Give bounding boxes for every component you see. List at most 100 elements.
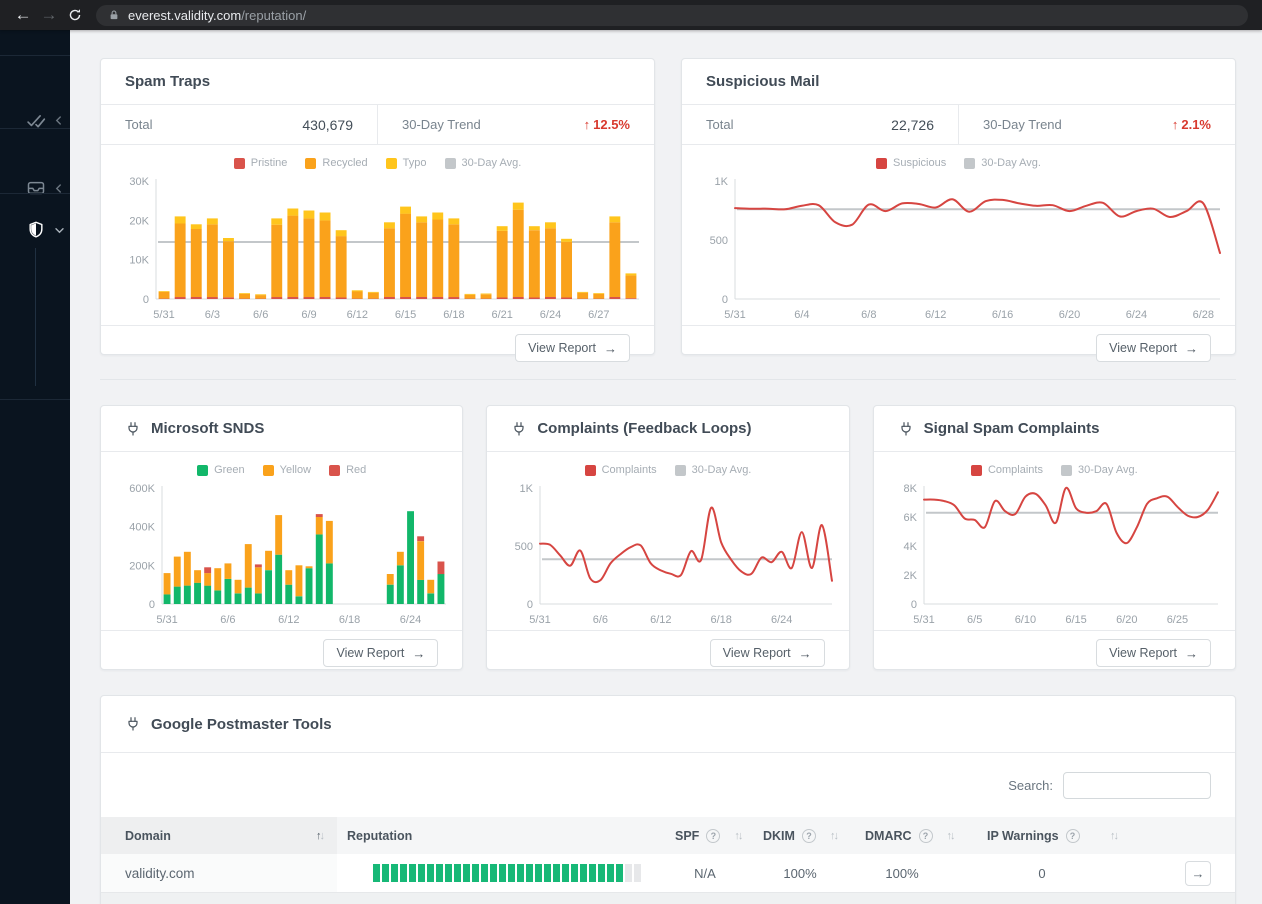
legend-swatch — [970, 464, 982, 476]
legend-item: 30-Day Avg. — [444, 157, 521, 169]
table-next-row — [101, 892, 1235, 904]
view-report-button[interactable]: View Report → — [1096, 334, 1211, 362]
microsoft-snds-card: Microsoft SNDS Green Yellow Red 0 200K 400K 6… — [100, 405, 464, 670]
column-header-dmarc[interactable]: DMARC ? ↑↓ — [851, 817, 955, 854]
svg-text:0: 0 — [722, 294, 728, 306]
sidebar-divider — [0, 193, 70, 194]
sidebar-submenu-line — [35, 248, 36, 386]
view-report-button[interactable]: View Report → — [709, 639, 825, 667]
back-button[interactable]: ← — [10, 2, 36, 28]
svg-text:200K: 200K — [129, 560, 155, 572]
reputation-segment — [616, 864, 623, 882]
reputation-segment — [454, 864, 461, 882]
legend-swatch — [674, 464, 686, 476]
spam-traps-card: Spam Traps Total 430,679 30-Day Trend ↑ 1… — [100, 58, 655, 362]
chevron-down-icon — [55, 227, 64, 233]
reputation-segment — [373, 864, 380, 882]
table-row[interactable]: validity.com N/A 100% 100% 0 → — [101, 854, 1235, 892]
legend-item: Suspicious — [876, 157, 946, 169]
sidebar-divider — [0, 55, 70, 56]
sidebar-divider — [0, 128, 70, 129]
legend-item: Recycled — [305, 157, 368, 169]
arrow-right-icon: → — [798, 645, 812, 661]
card-title: Google Postmaster Tools — [101, 696, 1235, 753]
card-title: Signal Spam Complaints — [873, 406, 1235, 452]
svg-text:8K: 8K — [904, 483, 918, 495]
reload-button[interactable] — [62, 2, 88, 28]
reputation-segment — [580, 864, 587, 882]
trend-value: ↑ 2.1% — [1171, 117, 1211, 132]
reputation-segment — [427, 864, 434, 882]
stat-label: Total — [125, 117, 153, 132]
reload-icon — [69, 9, 81, 21]
sidebar-item-validation[interactable] — [0, 98, 70, 142]
column-header-dkim[interactable]: DKIM ? ↑↓ — [749, 817, 851, 854]
sidebar-divider — [0, 399, 70, 400]
svg-text:4K: 4K — [904, 541, 918, 553]
svg-text:6/18: 6/18 — [339, 614, 360, 626]
legend-item: Complaints — [970, 464, 1043, 476]
total-stat: Total 430,679 — [101, 105, 377, 144]
stats-row: Total 22,726 30-Day Trend ↑ 2.1% — [682, 105, 1235, 145]
svg-text:6/3: 6/3 — [205, 309, 220, 321]
card-title-text: Microsoft SNDS — [151, 420, 265, 437]
reputation-segment — [517, 864, 524, 882]
svg-text:600K: 600K — [129, 483, 155, 495]
sort-icon[interactable]: ↑↓ — [830, 830, 839, 842]
section-divider — [100, 379, 1236, 380]
reputation-bar — [373, 864, 643, 882]
url-bar[interactable]: everest.validity.com/reputation/ — [96, 4, 1248, 26]
svg-text:0: 0 — [143, 294, 149, 306]
column-header-ip-warnings[interactable]: IP Warnings ? ↑↓ — [953, 817, 1131, 854]
lock-icon — [110, 10, 118, 20]
legend-swatch — [197, 464, 209, 476]
legend-item: 30-Day Avg. — [1060, 464, 1138, 476]
view-report-button[interactable]: View Report → — [515, 334, 630, 362]
sort-icon[interactable]: ↑↓ — [734, 830, 743, 842]
row-detail-button[interactable]: → — [1185, 860, 1211, 886]
card-footer: View Report → — [101, 325, 654, 370]
svg-text:30K: 30K — [129, 176, 149, 188]
browser-toolbar: ← → everest.validity.com/reputation/ — [0, 0, 1262, 30]
suspicious-mail-card: Suspicious Mail Total 22,726 30-Day Tren… — [681, 58, 1236, 362]
sort-icon[interactable]: ↑↓ — [316, 830, 325, 842]
svg-text:6/12: 6/12 — [278, 614, 299, 626]
reputation-segment — [562, 864, 569, 882]
legend-item: Typo — [385, 157, 427, 169]
svg-text:6/9: 6/9 — [301, 309, 316, 321]
forward-button[interactable]: → — [36, 2, 62, 28]
sidebar-item-inbox[interactable] — [0, 166, 70, 210]
sidebar-item-reputation-active[interactable] — [0, 208, 70, 252]
trend-value: ↑ 12.5% — [583, 117, 630, 132]
view-report-button[interactable]: View Report → — [323, 639, 439, 667]
google-postmaster-card: Google Postmaster Tools Search: Domain ↑… — [100, 695, 1236, 904]
card-title-text: Complaints (Feedback Loops) — [537, 420, 752, 437]
legend-swatch — [305, 157, 317, 169]
view-report-button[interactable]: View Report → — [1096, 639, 1211, 667]
svg-text:6/6: 6/6 — [220, 614, 235, 626]
url-host: everest.validity.com — [128, 7, 242, 23]
search-input[interactable] — [1063, 771, 1211, 799]
double-check-icon — [27, 115, 46, 128]
svg-text:5/31: 5/31 — [153, 309, 174, 321]
legend-swatch — [1060, 464, 1072, 476]
chart-legend: Pristine Recycled Typo 30-Day Avg. — [233, 153, 521, 173]
reputation-segment — [463, 864, 470, 882]
svg-text:20K: 20K — [129, 215, 149, 227]
stat-label: 30-Day Trend — [983, 117, 1062, 132]
card-title: Complaints (Feedback Loops) — [487, 406, 849, 452]
help-icon[interactable]: ? — [706, 828, 721, 843]
column-header-domain[interactable]: Domain ↑↓ — [101, 817, 337, 854]
help-icon[interactable]: ? — [918, 828, 933, 843]
legend-swatch — [584, 464, 596, 476]
column-header-spf[interactable]: SPF ? ↑↓ — [661, 817, 749, 854]
svg-text:6/24: 6/24 — [540, 309, 561, 321]
svg-text:10K: 10K — [129, 255, 149, 267]
domain-cell: validity.com — [101, 854, 337, 892]
svg-text:6/18: 6/18 — [710, 614, 731, 626]
svg-text:0: 0 — [149, 599, 155, 611]
help-icon[interactable]: ? — [1065, 828, 1080, 843]
help-icon[interactable]: ? — [801, 828, 816, 843]
ip-warnings-cell: 0 — [1038, 865, 1046, 881]
sort-icon[interactable]: ↑↓ — [1110, 830, 1119, 842]
